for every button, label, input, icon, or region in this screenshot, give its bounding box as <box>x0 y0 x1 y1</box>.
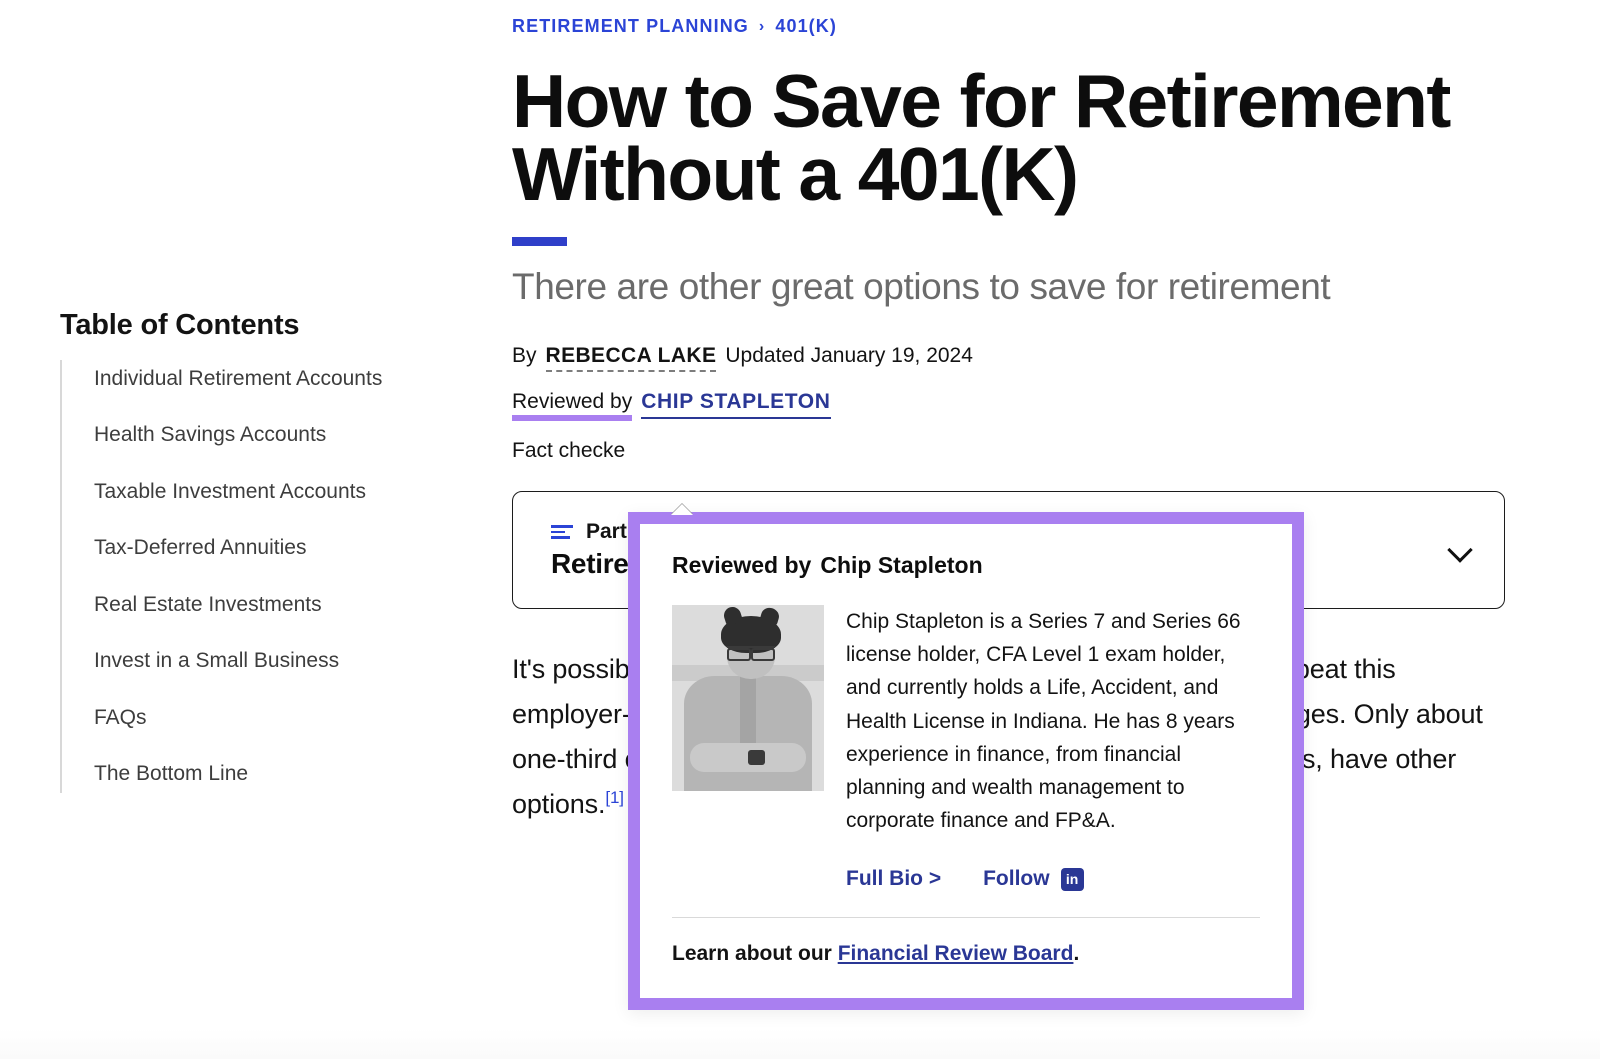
toc-item-taxable-investment-accounts[interactable]: Taxable Investment Accounts <box>62 477 392 507</box>
byline-prefix: By <box>512 344 537 368</box>
tooltip-footer-prefix: Learn about our <box>672 942 832 966</box>
follow-label: Follow <box>983 867 1050 891</box>
chevron-down-icon[interactable] <box>1448 537 1474 563</box>
tooltip-heading-name: Chip Stapleton <box>820 552 983 578</box>
reviewed-by-label: Reviewed by <box>512 390 633 422</box>
chevron-right-icon: › <box>758 17 766 35</box>
part-title: Retire <box>551 548 629 580</box>
toc-item-invest-in-a-small-business[interactable]: Invest in a Small Business <box>62 646 392 676</box>
toc-item-health-savings-accounts[interactable]: Health Savings Accounts <box>62 420 392 450</box>
page-bottom-edge <box>0 1029 1600 1059</box>
linkedin-icon[interactable]: in <box>1060 867 1084 891</box>
part-box-eyebrow: Part <box>551 520 629 544</box>
part-box-text: Part Retire <box>551 520 629 580</box>
updated-date: Updated January 19, 2024 <box>725 344 973 368</box>
list-lines-icon <box>551 524 573 540</box>
reviewed-by-row: Reviewed by CHIP STAPLETON <box>512 390 831 422</box>
byline: By REBECCA LAKE Updated January 19, 2024 <box>512 344 1522 373</box>
tooltip-body: Chip Stapleton is a Series 7 and Series … <box>672 605 1260 837</box>
toc-list: Individual Retirement Accounts Health Sa… <box>60 359 460 794</box>
reviewer-headshot <box>672 605 824 791</box>
tooltip-heading: Reviewed by Chip Stapleton <box>672 552 1260 579</box>
table-of-contents: Table of Contents Individual Retirement … <box>60 309 460 794</box>
author-link[interactable]: REBECCA LAKE <box>545 344 717 373</box>
article-page: Table of Contents Individual Retirement … <box>0 0 1600 1059</box>
toc-item-tax-deferred-annuities[interactable]: Tax-Deferred Annuities <box>62 533 392 563</box>
full-bio-link[interactable]: Full Bio > <box>846 867 941 891</box>
toc-title: Table of Contents <box>60 309 300 341</box>
toc-item-individual-retirement-accounts[interactable]: Individual Retirement Accounts <box>62 364 392 394</box>
breadcrumb-link-retirement-planning[interactable]: RETIREMENT PLANNING <box>512 16 749 37</box>
title-accent-bar <box>512 236 567 246</box>
financial-review-board-link[interactable]: Financial Review Board <box>838 942 1074 965</box>
follow-link[interactable]: Follow in <box>983 867 1084 891</box>
breadcrumb: RETIREMENT PLANNING › 401(K) <box>512 16 1522 37</box>
tooltip-arrow-icon <box>671 504 693 515</box>
breadcrumb-link-401k[interactable]: 401(K) <box>775 16 837 37</box>
reviewer-link-chip-stapleton[interactable]: CHIP STAPLETON <box>641 390 831 420</box>
article-subtitle: There are other great options to save fo… <box>512 265 1331 307</box>
part-label: Part <box>586 520 627 544</box>
reviewer-bio: Chip Stapleton is a Series 7 and Series … <box>846 610 1241 833</box>
fact-checked-label: Fact checke <box>512 439 626 463</box>
toc-item-faqs[interactable]: FAQs <box>62 703 392 733</box>
tooltip-heading-prefix: Reviewed by <box>672 552 812 578</box>
tooltip-links: Full Bio > Follow in <box>672 867 1260 891</box>
tooltip-footer: Learn about our Financial Review Board. <box>672 918 1260 976</box>
toc-item-real-estate-investments[interactable]: Real Estate Investments <box>62 590 392 620</box>
toc-item-the-bottom-line[interactable]: The Bottom Line <box>62 759 392 789</box>
reviewer-tooltip: Reviewed by Chip Stapleton Chip Stapleton… <box>628 504 1304 1011</box>
page-title: How to Save for Retirement Without a 401… <box>512 59 1451 216</box>
citation-marker[interactable]: [1] <box>605 788 624 807</box>
tooltip-footer-period: . <box>1073 942 1080 966</box>
tooltip-inner: Reviewed by Chip Stapleton Chip Stapleton… <box>640 524 1292 999</box>
